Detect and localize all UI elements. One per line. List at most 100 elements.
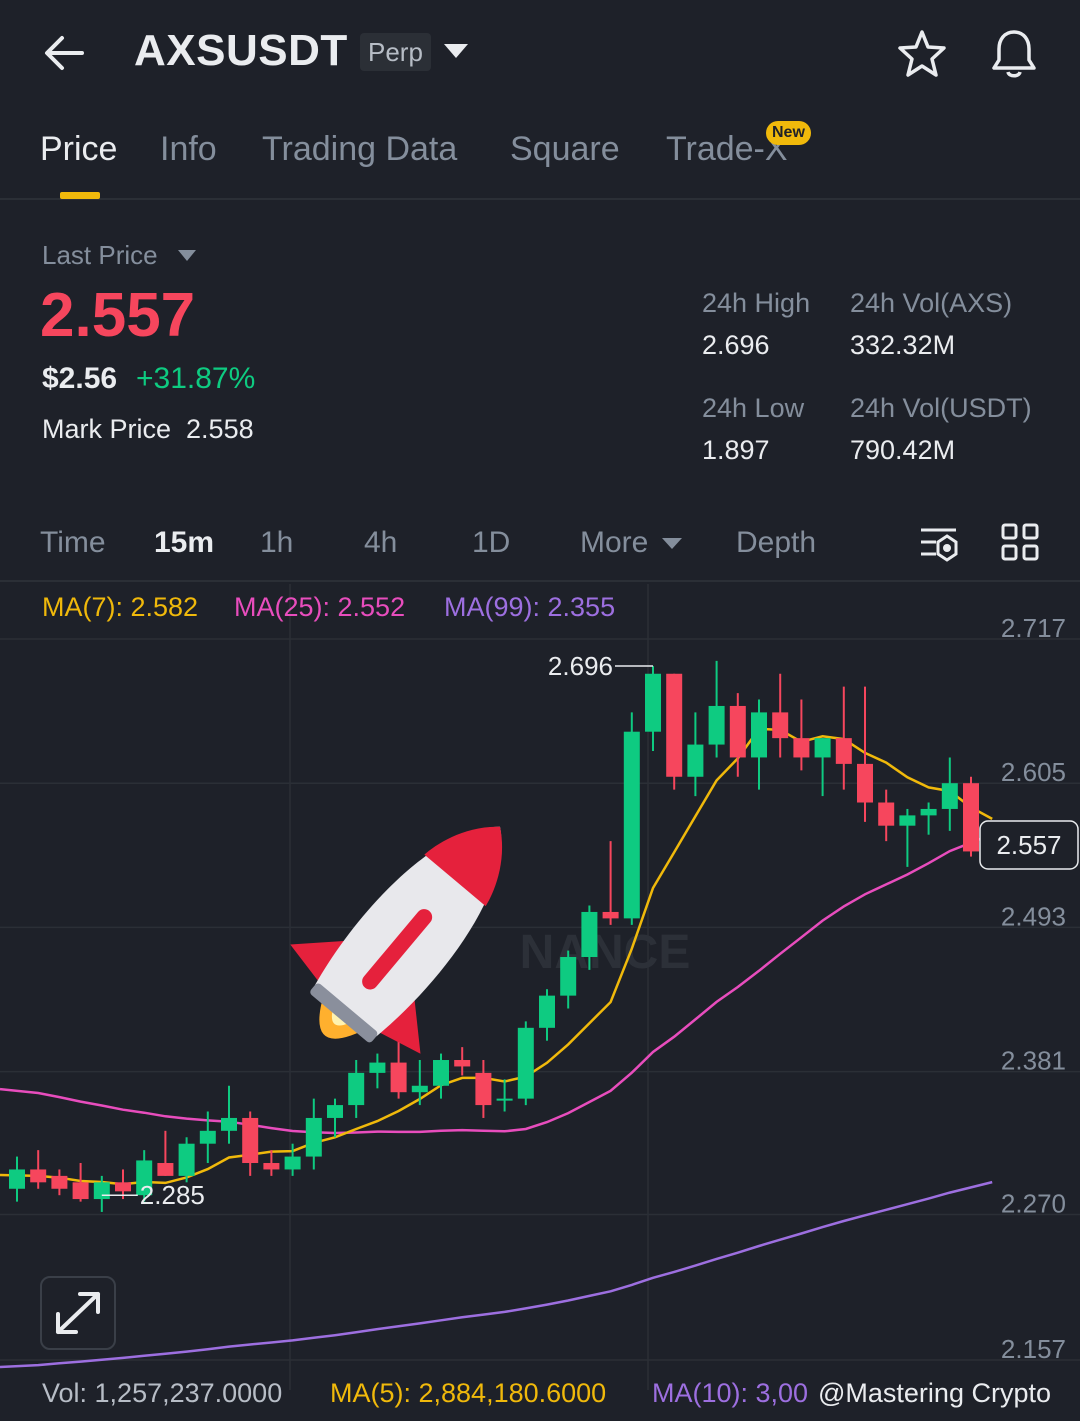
candle	[623, 731, 640, 919]
y-tick-label: 2.381	[1001, 1046, 1066, 1076]
candle	[115, 1182, 131, 1192]
candle	[729, 705, 746, 758]
tab-trading-data[interactable]: Trading Data	[262, 130, 457, 169]
last-price-label[interactable]: Last Price	[42, 240, 158, 271]
tab-bar: Price Info Trading Data Square Trade-X	[0, 108, 1080, 200]
low-24h-value: 1.897	[702, 435, 770, 465]
ma99-indicator: MA(99): 2.355	[444, 592, 616, 622]
vol-quote-label: 24h Vol(USDT)	[850, 393, 1032, 423]
candle	[645, 673, 661, 732]
candle	[369, 1062, 386, 1073]
interval-15m[interactable]: 15m	[154, 526, 214, 560]
candle	[581, 911, 598, 958]
candle	[390, 1062, 407, 1093]
candle	[793, 738, 810, 758]
candle	[835, 738, 852, 764]
candle	[560, 957, 577, 996]
candle	[221, 1117, 237, 1131]
depth-tab[interactable]: Depth	[736, 526, 816, 560]
tab-info[interactable]: Info	[160, 130, 217, 169]
watermark-text: @Mastering Crypto	[818, 1378, 1051, 1408]
last-price: 2.557	[40, 281, 196, 350]
candle	[666, 673, 683, 777]
back-arrow-icon[interactable]	[40, 30, 90, 76]
y-tick-label: 2.605	[1001, 757, 1066, 787]
candle	[878, 802, 895, 826]
candle	[51, 1175, 68, 1189]
candle	[857, 763, 873, 803]
ma25-indicator: MA(25): 2.552	[234, 592, 406, 622]
current-price-label: 2.557	[996, 830, 1061, 860]
y-tick-label: 2.157	[1001, 1334, 1066, 1364]
active-tab-indicator	[60, 192, 100, 199]
low-marker-label: 2.285	[140, 1180, 205, 1210]
volume-value: Vol: 1,257,237.0000	[42, 1378, 283, 1408]
candle	[199, 1130, 216, 1144]
candle	[30, 1169, 47, 1183]
interval-time[interactable]: Time	[40, 526, 106, 560]
price-change-percent: +31.87%	[136, 362, 256, 395]
candle	[708, 705, 725, 745]
new-badge: New	[766, 121, 811, 145]
candle	[433, 1060, 449, 1086]
candle	[751, 712, 767, 758]
interval-4h[interactable]: 4h	[364, 526, 397, 560]
candle	[475, 1072, 492, 1106]
candle	[772, 712, 789, 739]
interval-1d[interactable]: 1D	[472, 526, 510, 560]
grid-layout-icon[interactable]	[1000, 522, 1040, 562]
candle	[284, 1156, 301, 1170]
y-tick-label: 2.717	[1001, 613, 1066, 643]
candle	[242, 1117, 259, 1164]
caret-down-icon[interactable]	[178, 250, 196, 261]
tab-square[interactable]: Square	[510, 130, 620, 169]
interval-1h[interactable]: 1h	[260, 526, 293, 560]
volume-ma5: MA(5): 2,884,180.6000	[330, 1378, 607, 1408]
candle	[9, 1169, 25, 1189]
interval-more[interactable]: More	[580, 526, 648, 560]
candle	[687, 744, 704, 777]
caret-down-icon[interactable]	[444, 44, 468, 58]
high-24h-value: 2.696	[702, 330, 770, 360]
candle	[178, 1143, 195, 1176]
caret-down-icon[interactable]	[662, 538, 682, 549]
ma7-indicator: MA(7): 2.582	[42, 592, 199, 622]
candle	[539, 995, 555, 1028]
star-icon[interactable]	[896, 28, 948, 80]
candle	[263, 1163, 280, 1170]
vol-base-value: 332.32M	[850, 330, 956, 360]
candle	[517, 1027, 534, 1099]
candle	[348, 1072, 365, 1106]
contract-type-badge: Perp	[360, 33, 431, 71]
low-24h-label: 24h Low	[702, 393, 805, 423]
expand-icon	[56, 1292, 100, 1334]
high-24h-label: 24h High	[702, 288, 811, 318]
fullscreen-button[interactable]	[40, 1276, 116, 1350]
chart-watermark: NANCE	[520, 926, 691, 979]
ma7-line	[0, 727, 993, 1186]
chart-settings-icon[interactable]	[918, 522, 960, 564]
mark-price-value: 2.558	[186, 414, 254, 444]
candle	[327, 1105, 343, 1118]
y-tick-label: 2.493	[1001, 901, 1066, 931]
vol-base-label: 24h Vol(AXS)	[850, 288, 1013, 318]
vol-quote-value: 790.42M	[850, 435, 956, 465]
pair-symbol[interactable]: AXSUSDT	[134, 26, 348, 76]
candle	[496, 1098, 513, 1101]
candle	[411, 1085, 428, 1093]
candle	[941, 783, 958, 809]
candle	[920, 808, 937, 816]
y-tick-label: 2.270	[1001, 1189, 1066, 1219]
high-marker-label: 2.696	[548, 651, 613, 681]
bell-icon[interactable]	[988, 26, 1040, 80]
volume-ma10: MA(10): 3,00	[652, 1378, 809, 1408]
candle	[93, 1182, 110, 1200]
candle	[157, 1163, 174, 1176]
mark-price-label: Mark Price	[42, 414, 172, 444]
usd-price: $2.56	[42, 362, 118, 395]
price-chart[interactable]: 2.717 2.605 2.493 2.381 2.270 2.157 NANCE 2.696…	[0, 584, 1080, 1390]
candle	[72, 1182, 89, 1200]
mark-price-row: Mark Price 2.558	[42, 414, 254, 445]
tab-price[interactable]: Price	[40, 130, 117, 169]
candle	[602, 911, 619, 919]
